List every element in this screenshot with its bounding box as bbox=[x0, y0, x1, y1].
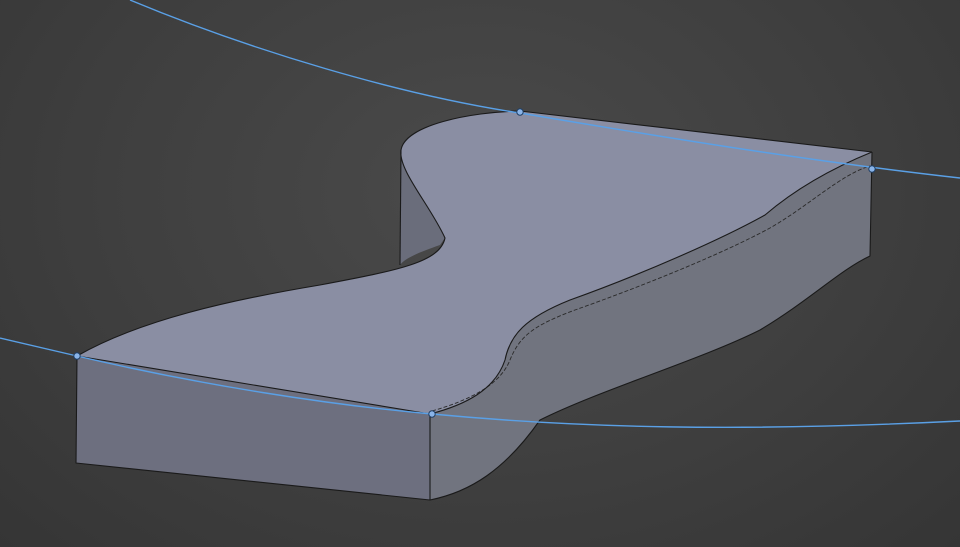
guide-vertex-upper-left[interactable] bbox=[516, 108, 524, 116]
guide-vertex-upper-right[interactable] bbox=[868, 165, 876, 173]
3d-viewport[interactable] bbox=[0, 0, 960, 547]
scene-canvas[interactable] bbox=[0, 0, 960, 547]
guide-vertex-lower-left[interactable] bbox=[73, 352, 81, 360]
guide-vertex-lower-right[interactable] bbox=[428, 410, 436, 418]
